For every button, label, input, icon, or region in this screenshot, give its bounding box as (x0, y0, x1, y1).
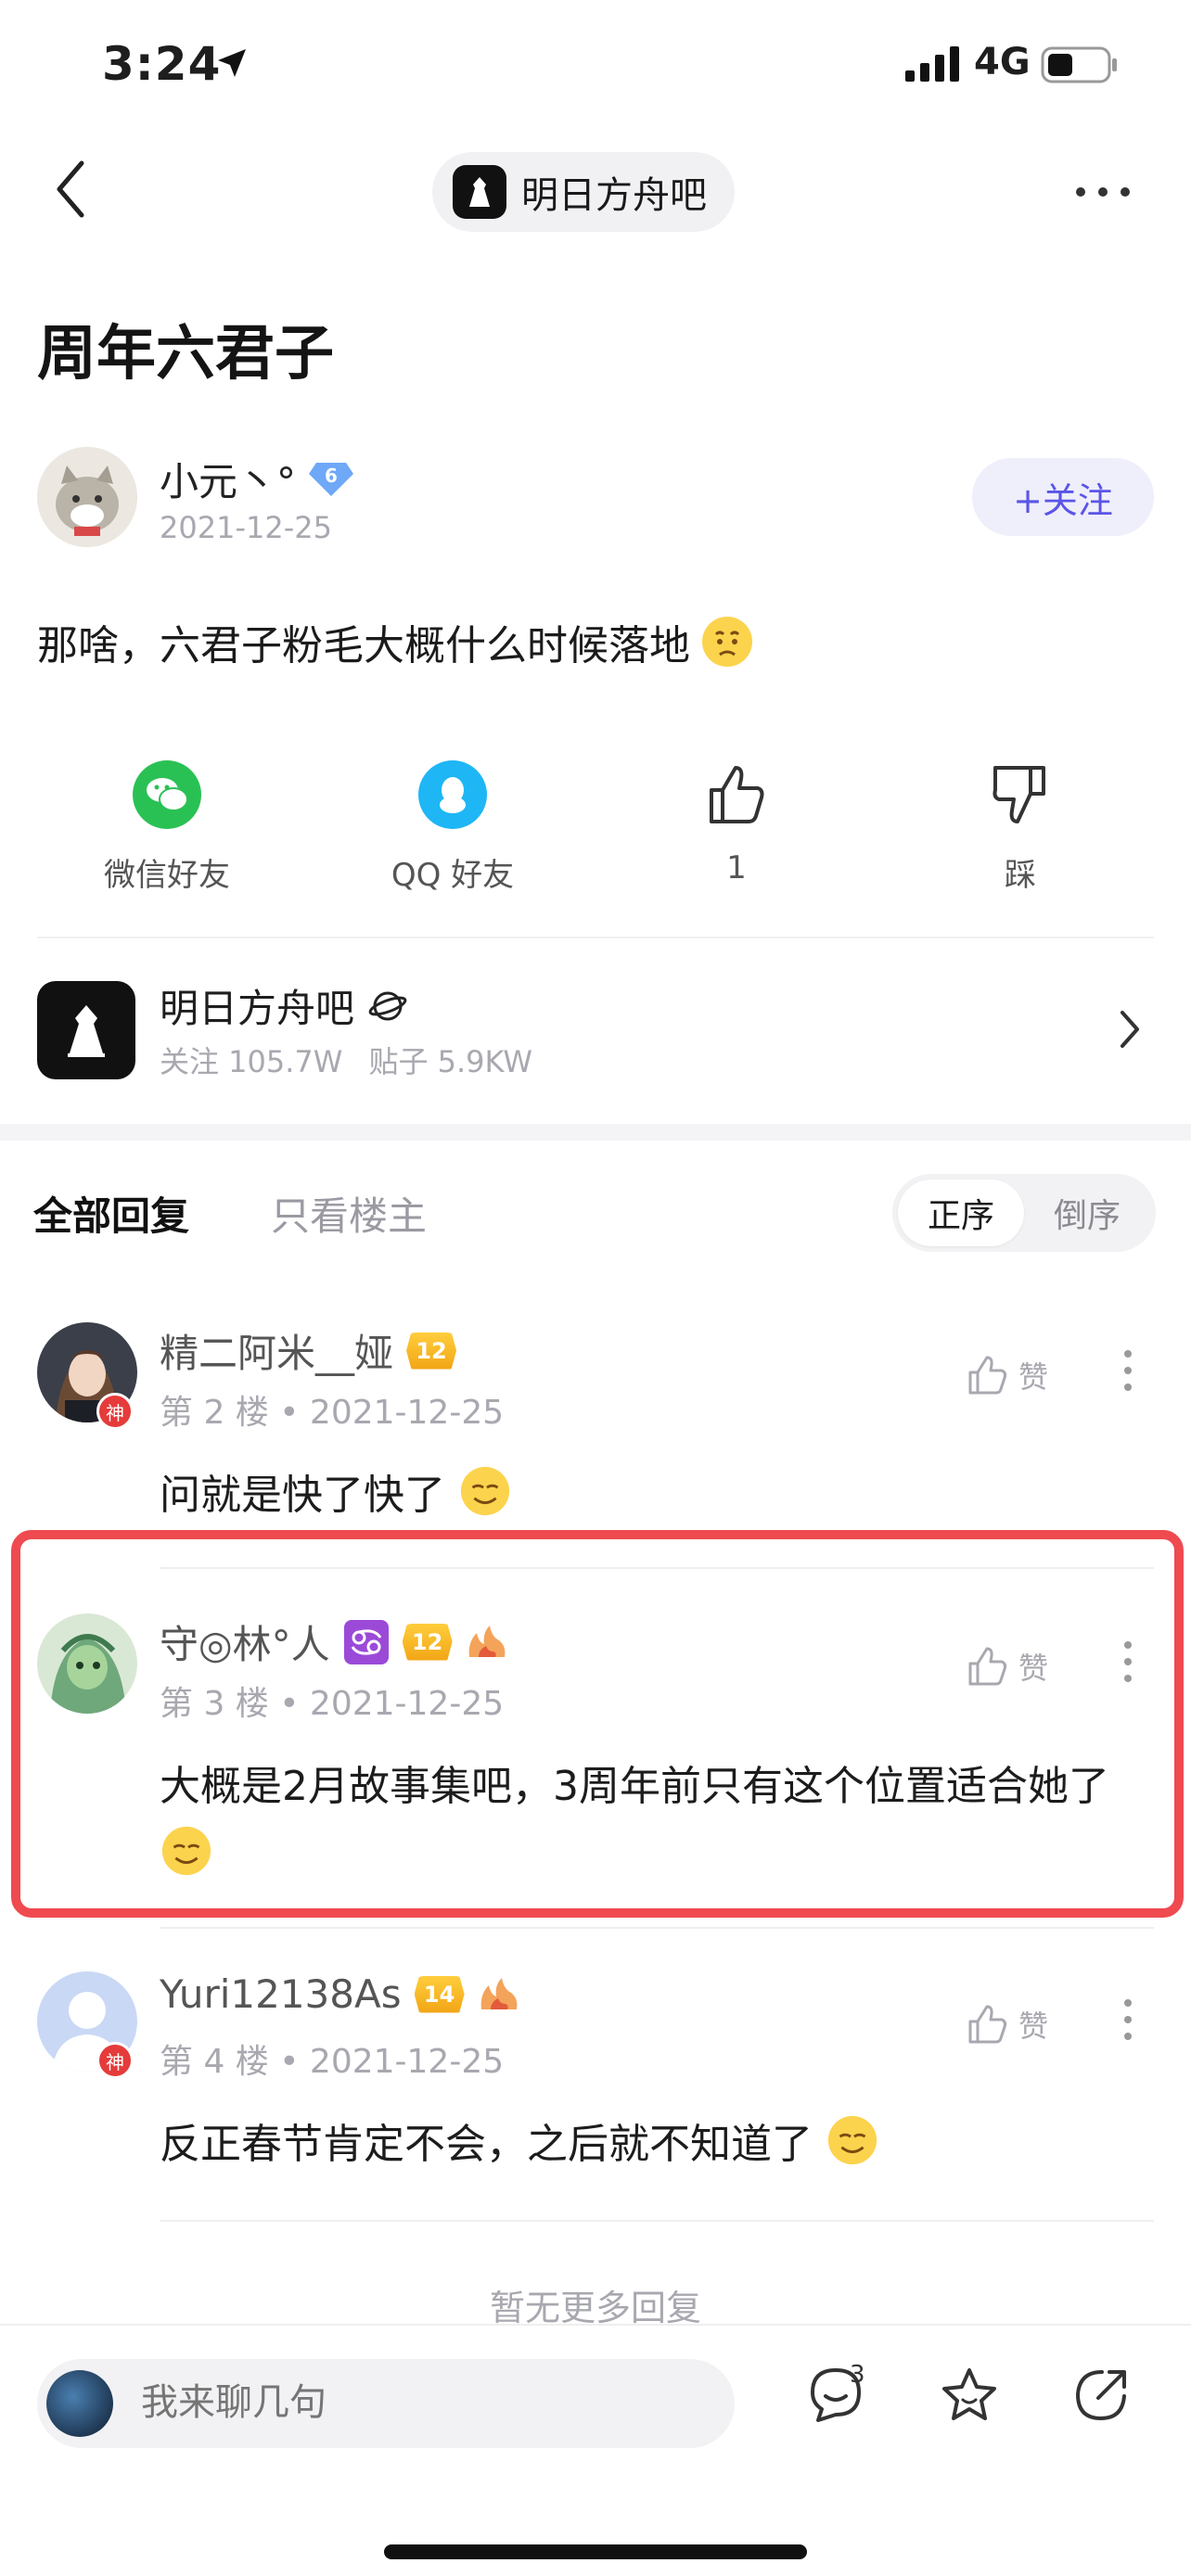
planet-icon (368, 991, 407, 1020)
qq-icon (418, 760, 487, 829)
reply-text-content: 问就是快了快了 (160, 1472, 445, 1519)
reply-username[interactable]: Yuri12138As (160, 1971, 402, 2017)
thumbs-down-icon (986, 760, 1055, 829)
reply-like-label: 赞 (1018, 1359, 1049, 1395)
level-number: 6 (325, 464, 338, 487)
level-badge: 12 (406, 1332, 457, 1370)
thumbs-up-icon (702, 760, 771, 829)
god-badge: 神 (96, 2042, 134, 2079)
status-time: 3:24 (102, 37, 222, 91)
reply-floor: 第 2 楼 (160, 1394, 269, 1432)
divider (37, 937, 1154, 938)
smug-face-icon (827, 2115, 877, 2165)
reply-username-row: 精二阿米__娅 12 (160, 1322, 457, 1379)
sort-toggle: 正序 倒序 (892, 1174, 1156, 1252)
reply-username[interactable]: 精二阿米__娅 (160, 1322, 393, 1379)
forum-card-stats: 关注 105.7W 贴子 5.9KW (160, 1039, 532, 1081)
forum-pill[interactable]: 明日方舟吧 (432, 152, 735, 232)
author-avatar[interactable] (37, 447, 137, 547)
reply-input-pill[interactable] (37, 2359, 735, 2448)
reply-text-content: 反正春节肯定不会，之后就不知道了 (160, 2121, 813, 2168)
god-badge: 神 (96, 1393, 134, 1430)
level-badge: 14 (414, 1975, 465, 2013)
post-like[interactable]: 1 (644, 760, 829, 886)
post-title: 周年六君子 (37, 320, 334, 389)
more-icon[interactable] (1076, 187, 1130, 197)
thumbs-up-icon (968, 1356, 1007, 1395)
like-count: 1 (726, 849, 747, 886)
reply-like-label: 赞 (1018, 2009, 1049, 2044)
forum-card-name-row[interactable]: 明日方舟吧 (160, 977, 408, 1034)
flame-badge-icon (480, 1977, 518, 2009)
my-avatar[interactable] (46, 2370, 113, 2437)
share-row: 微信好友 QQ 好友 1 踩 (0, 760, 1191, 899)
no-more-replies: 暂无更多回复 (489, 2288, 701, 2328)
divider (160, 1927, 1154, 1929)
reply-more-icon[interactable] (1124, 1350, 1132, 1391)
reply-more-icon[interactable] (1124, 1999, 1132, 2040)
post-body-text: 那啥，六君子粉毛大概什么时候落地 (37, 622, 690, 670)
network-type: 4G (974, 41, 1031, 83)
back-icon[interactable] (52, 159, 89, 219)
sort-asc-button[interactable]: 正序 (898, 1180, 1024, 1246)
forum-pill-name: 明日方舟吧 (521, 174, 707, 217)
post-date: 2021-12-25 (160, 510, 332, 545)
wechat-icon (133, 760, 201, 829)
dislike-label: 踩 (1005, 857, 1036, 894)
reply-like-button[interactable]: 赞 (967, 2003, 1048, 2046)
battery-icon (1041, 46, 1117, 83)
reply-meta: 第 4 楼 • 2021-12-25 (160, 2043, 505, 2081)
reply-meta: 第 2 楼 • 2021-12-25 (160, 1394, 505, 1432)
divider (160, 2220, 1154, 2222)
reply-text: 问就是快了快了 (160, 1461, 1143, 1530)
forum-followers: 关注 105.7W (160, 1044, 343, 1079)
follow-button[interactable]: +关注 (972, 458, 1154, 536)
share-wechat-label: 微信好友 (104, 857, 230, 894)
post-dislike[interactable]: 踩 (928, 760, 1113, 895)
author-name[interactable]: 小元丶° (160, 451, 296, 507)
share-icon[interactable] (1070, 2365, 1132, 2426)
smug-face-icon (460, 1466, 510, 1516)
chevron-right-icon[interactable] (1119, 1009, 1141, 1050)
forum-logo-icon (453, 165, 506, 219)
comment-count: 3 (850, 2361, 865, 2389)
tab-all-replies[interactable]: 全部回复 (33, 1185, 189, 1242)
home-indicator[interactable] (384, 2544, 807, 2559)
thumbs-up-icon (968, 2005, 1007, 2044)
forum-card-logo-icon[interactable] (37, 981, 135, 1079)
post-body: 那啥，六君子粉毛大概什么时候落地 (37, 612, 755, 671)
reply-floor: 第 4 楼 (160, 2043, 269, 2081)
reply-date: 2021-12-25 (309, 1394, 505, 1432)
reply-text: 反正春节肯定不会，之后就不知道了 (160, 2111, 1143, 2179)
level-badge: 6 (307, 461, 355, 498)
author-name-row: 小元丶° 6 (160, 451, 355, 507)
signal-icon (905, 46, 959, 82)
reply-date: 2021-12-25 (309, 2043, 505, 2081)
bottom-bar: 3 (0, 2324, 1191, 2576)
reply-input[interactable] (141, 2381, 698, 2424)
forum-posts: 贴子 5.9KW (368, 1044, 532, 1079)
share-wechat[interactable]: 微信好友 (74, 760, 260, 895)
share-qq[interactable]: QQ 好友 (360, 760, 545, 895)
worried-face-icon (702, 617, 752, 667)
sort-desc-button[interactable]: 倒序 (1024, 1180, 1150, 1246)
highlight-annotation (11, 1530, 1184, 1918)
tab-op-only[interactable]: 只看楼主 (271, 1185, 427, 1242)
favorite-star-icon[interactable] (939, 2365, 1000, 2426)
location-arrow-icon (218, 49, 246, 77)
forum-card-name: 明日方舟吧 (160, 986, 355, 1031)
reply-username-row: Yuri12138As 14 (160, 1971, 520, 2017)
section-separator (0, 1124, 1191, 1141)
share-qq-label: QQ 好友 (391, 857, 515, 894)
reply-like-button[interactable]: 赞 (967, 1354, 1048, 1396)
